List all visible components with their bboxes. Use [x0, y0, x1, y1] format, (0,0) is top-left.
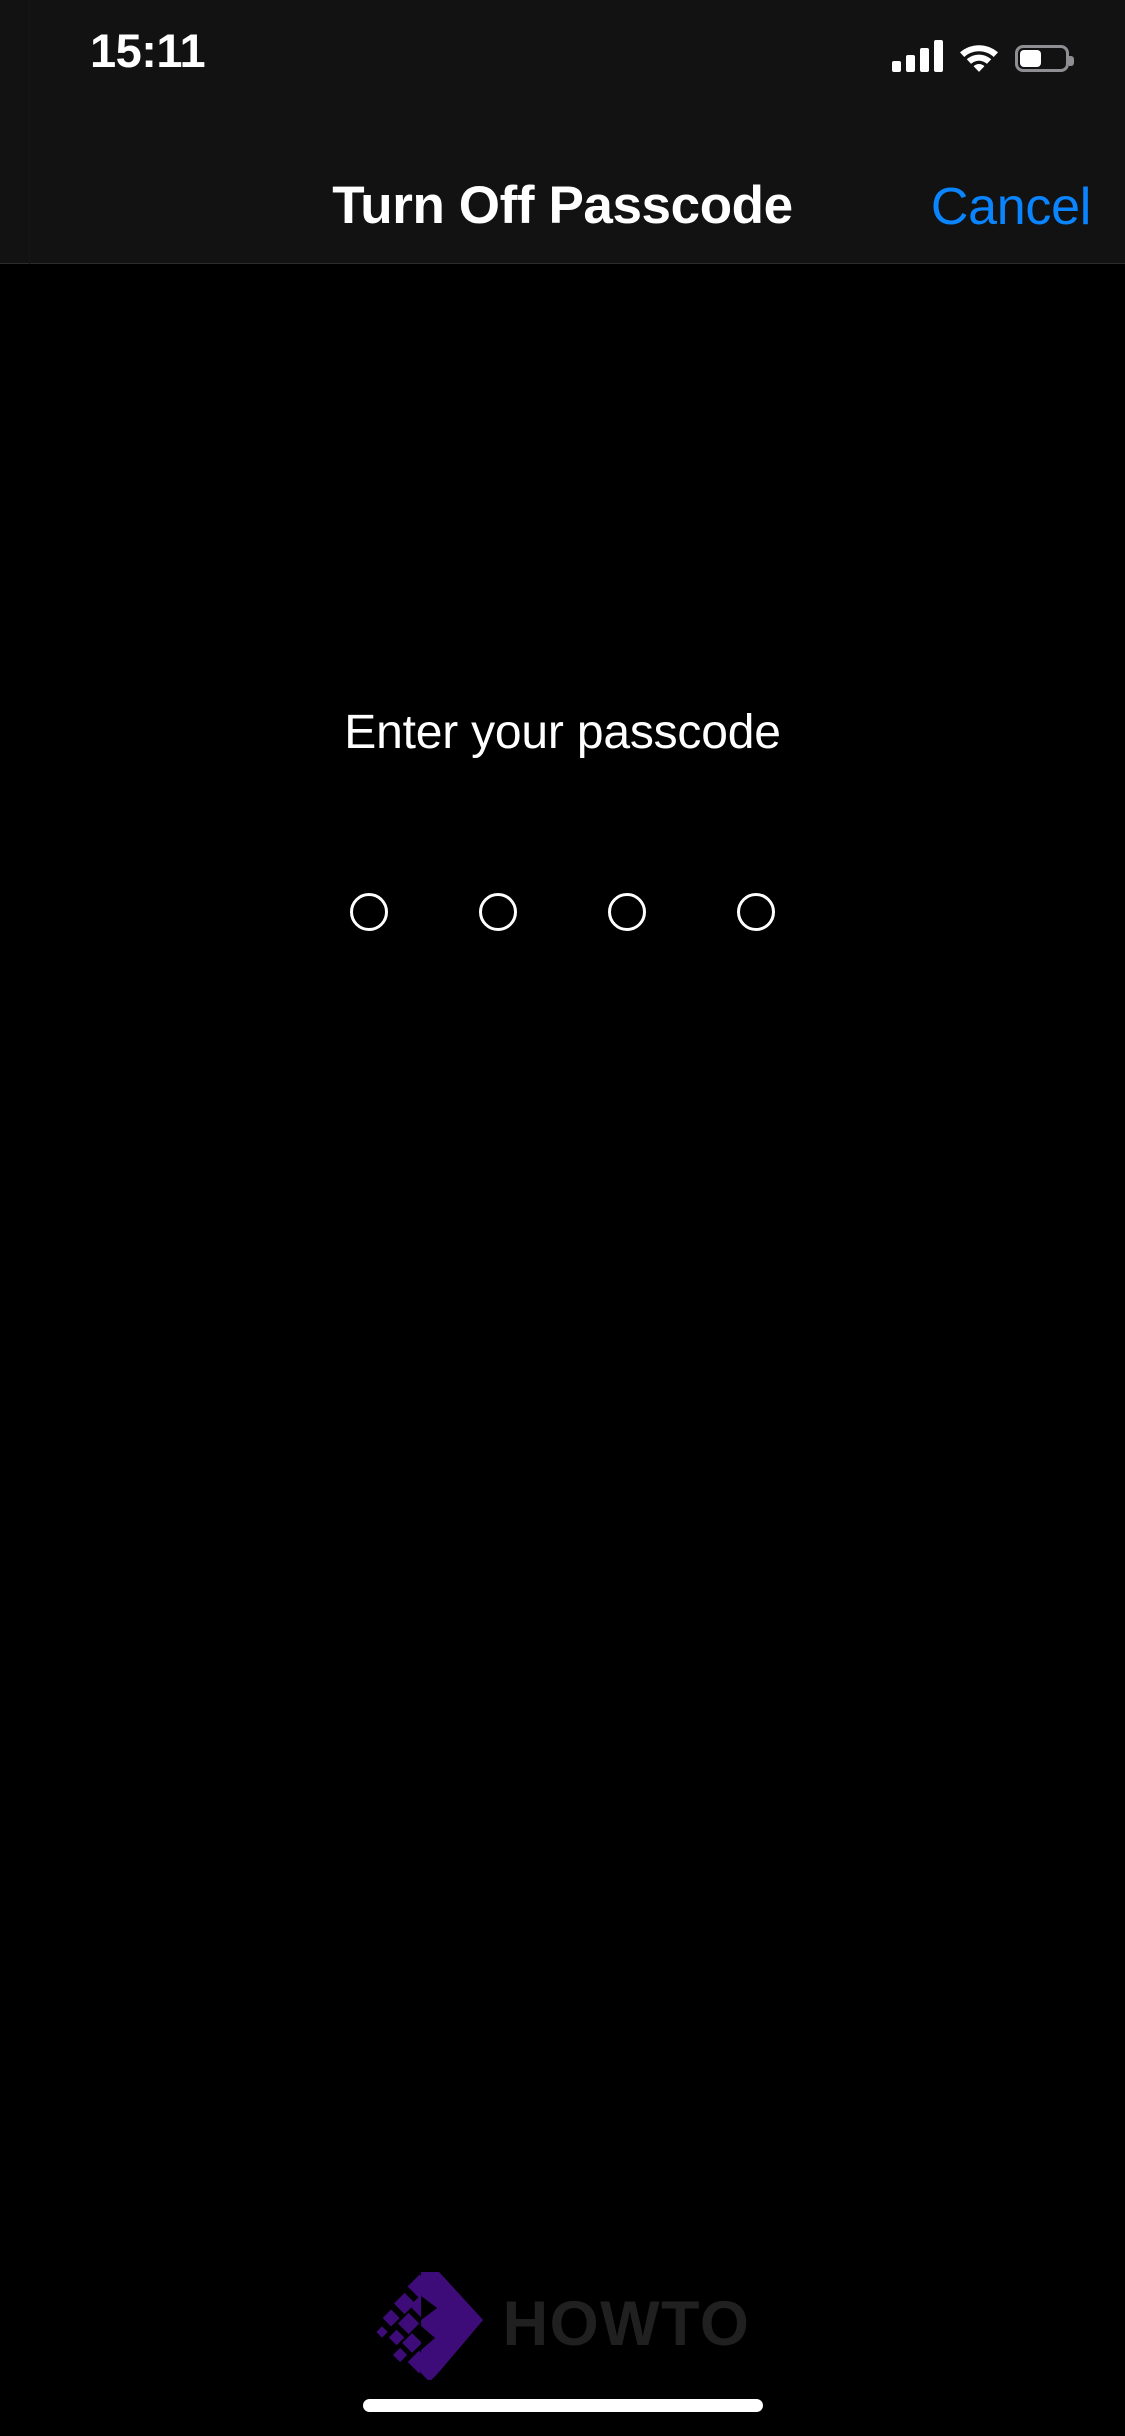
signal-bar-3 [920, 48, 929, 72]
status-bar: 15:11 [0, 0, 1125, 96]
passcode-dot [608, 893, 646, 931]
passcode-prompt-label: Enter your passcode [344, 706, 781, 759]
signal-bar-1 [892, 61, 901, 72]
signal-bar-4 [934, 40, 943, 72]
passcode-entry-area: Enter your passcode [0, 264, 1125, 2436]
home-indicator[interactable] [362, 2399, 763, 2412]
signal-bars-icon [892, 40, 943, 72]
wifi-icon [960, 45, 998, 72]
passcode-dot [350, 893, 388, 931]
passcode-dot [737, 893, 775, 931]
signal-bar-2 [906, 55, 915, 72]
passcode-dot-group [0, 893, 1125, 931]
navigation-chrome: 15:11 Turn Off Passcode Cancel [0, 0, 1125, 264]
status-bar-time: 15:11 [90, 24, 206, 77]
passcode-dot [479, 893, 517, 931]
iphone-screen: 15:11 Turn Off Passcode Cancel Enter you… [0, 0, 1125, 2436]
navigation-bar: Turn Off Passcode Cancel [0, 96, 1125, 263]
status-bar-icons [892, 32, 1074, 72]
cancel-button[interactable]: Cancel [931, 178, 1091, 236]
battery-icon [1015, 45, 1074, 72]
battery-fill-level [1020, 50, 1042, 67]
